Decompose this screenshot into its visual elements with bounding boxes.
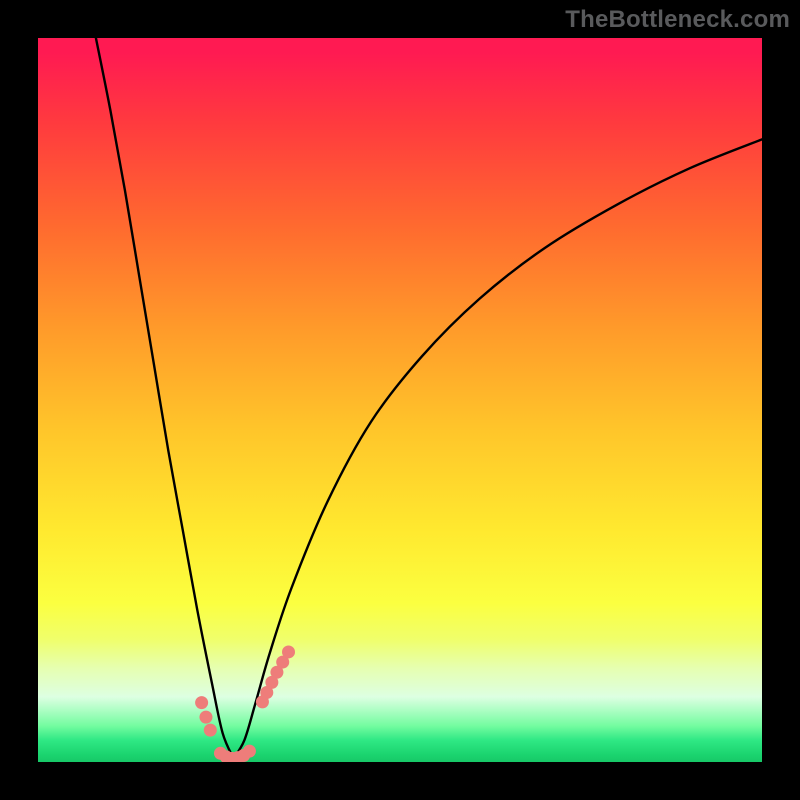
- marker-points: [195, 645, 295, 762]
- marker-dot: [243, 745, 256, 758]
- plot-area: [38, 38, 762, 762]
- outer-frame: TheBottleneck.com: [0, 0, 800, 800]
- curve-layer: [38, 38, 762, 762]
- bottleneck-curve: [96, 38, 762, 758]
- watermark-text: TheBottleneck.com: [565, 6, 790, 34]
- marker-dot: [199, 711, 212, 724]
- marker-dot: [282, 645, 295, 658]
- curve-right-branch: [233, 139, 762, 758]
- marker-dot: [195, 696, 208, 709]
- curve-left-branch: [96, 38, 234, 758]
- marker-dot: [204, 724, 217, 737]
